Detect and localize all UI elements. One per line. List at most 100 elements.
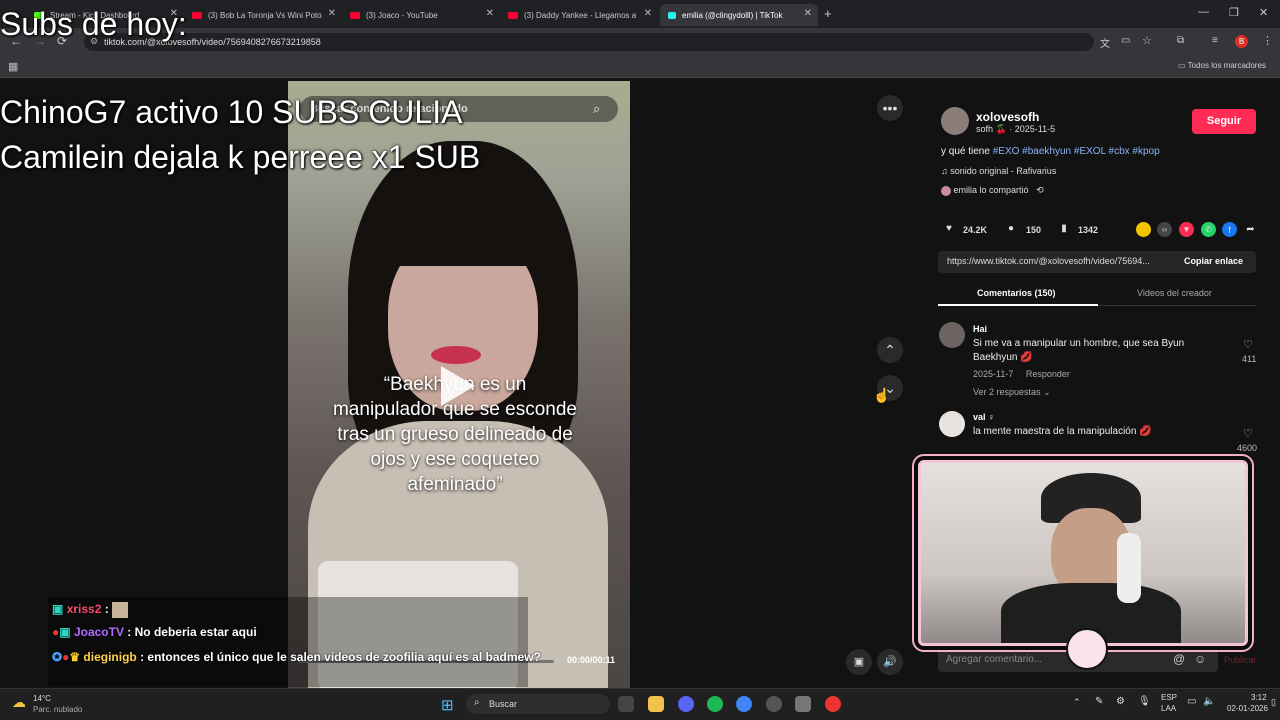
close-icon[interactable]: ✕	[644, 8, 652, 19]
comment-text: Si me va a manipular un hombre, que sea …	[973, 338, 1185, 363]
tab-creator-videos[interactable]: Videos del creador	[1137, 288, 1212, 298]
search-icon[interactable]: ⌕	[593, 101, 600, 117]
bookmark-icon[interactable]: ▮	[1056, 221, 1072, 237]
recording-app-icon[interactable]	[825, 696, 841, 712]
bookmark-star-icon[interactable]: ☆	[1142, 34, 1152, 47]
embed-share-icon[interactable]	[1136, 222, 1151, 237]
chrome-icon[interactable]	[736, 696, 752, 712]
copy-link-button[interactable]: Copiar enlace	[1184, 256, 1243, 266]
profile-avatar-icon[interactable]: B	[1235, 35, 1248, 48]
close-icon[interactable]: ✕	[804, 8, 812, 19]
restore-window-button[interactable]: ❐	[1229, 6, 1239, 19]
comment-like-icon[interactable]: ♡	[1243, 427, 1253, 440]
tab-youtube-bob[interactable]: (3) Bob La Toronja Vs Wini Poto ✕	[184, 4, 342, 26]
minimize-window-button[interactable]: —	[1198, 6, 1209, 18]
comment-like-icon[interactable]: ♡	[1243, 338, 1253, 351]
close-icon[interactable]: ✕	[328, 8, 336, 19]
previous-video-chevron-up-icon[interactable]: ⌃	[877, 337, 903, 363]
windows-taskbar	[0, 688, 1280, 720]
send-icon[interactable]: ▼	[1179, 222, 1194, 237]
translate-icon[interactable]: 文	[1100, 35, 1110, 50]
tray-icon[interactable]: ⚙	[1116, 696, 1125, 707]
discord-icon[interactable]	[678, 696, 694, 712]
weather-temp: 14°C	[33, 694, 51, 703]
new-tab-button[interactable]: +	[824, 6, 832, 21]
all-bookmarks-folder[interactable]: ▭ Todos los marcadores	[1178, 61, 1266, 70]
network-icon[interactable]: ▭	[1187, 696, 1196, 707]
app-icon[interactable]	[795, 696, 811, 712]
chat-message: ▣ xriss2 :	[52, 602, 129, 618]
tray-icon[interactable]: ✎	[1095, 696, 1103, 707]
keyboard-region: LAA	[1161, 704, 1177, 713]
publish-button[interactable]: Publicar	[1224, 655, 1257, 665]
keyboard-lang[interactable]: ESP	[1161, 693, 1177, 702]
notification-icon[interactable]: ▯	[1271, 697, 1276, 708]
media-control-icon[interactable]: ≡	[1212, 35, 1218, 46]
emoji-icon[interactable]: ☺	[1194, 652, 1206, 666]
whatsapp-icon[interactable]: ✆	[1201, 222, 1216, 237]
comment-username[interactable]: val ♀	[973, 412, 995, 422]
webcam-overlay	[918, 460, 1248, 646]
spotify-icon[interactable]	[707, 696, 723, 712]
close-icon[interactable]: ✕	[486, 8, 494, 19]
author-avatar[interactable]	[941, 107, 969, 135]
view-replies-label: Ver 2 respuestas	[973, 387, 1041, 397]
taskbar-search-label: Buscar	[489, 699, 518, 709]
video-lips-shape	[431, 346, 481, 364]
code-embed-icon[interactable]: ‹›	[1157, 222, 1172, 237]
tab-tiktok-active[interactable]: emilia (@clingydolll) | TikTok ✕	[660, 4, 818, 26]
taskbar-search-input[interactable]	[466, 694, 610, 714]
windows-start-icon[interactable]: ⊞	[441, 696, 454, 714]
comment-username[interactable]: Hai	[973, 324, 987, 334]
follow-button[interactable]: Seguir	[1192, 109, 1256, 134]
play-icon[interactable]	[441, 366, 475, 406]
menu-kebab-icon[interactable]: ⋮	[1262, 34, 1273, 47]
weather-icon[interactable]: ☁	[12, 694, 26, 711]
task-view-icon[interactable]	[618, 696, 634, 712]
chat-text: entonces el único que le salen videos de…	[147, 650, 541, 664]
microphone-icon[interactable]: 🎙	[1138, 696, 1151, 707]
shared-label: emilia lo compartió	[953, 185, 1029, 195]
bookmarks-bar: ▦ ▭ Todos los marcadores	[0, 56, 1280, 78]
chat-username: JoacoTV	[73, 625, 124, 639]
repost-icon: ⟲	[1031, 185, 1044, 195]
more-options-icon[interactable]: •••	[877, 95, 903, 121]
avatar[interactable]	[939, 322, 965, 348]
comment-icon[interactable]: ●	[1003, 221, 1019, 237]
extensions-icon[interactable]: ⧉	[1177, 35, 1184, 46]
saves-count: 1342	[1078, 225, 1099, 235]
chat-username: dieginigb	[83, 650, 137, 664]
volume-icon[interactable]: 🔈	[1203, 696, 1215, 707]
share-arrow-icon[interactable]: ➦	[1243, 222, 1258, 237]
likes-count: 24.2K	[963, 225, 988, 235]
sharer-avatar	[941, 185, 951, 196]
description-hashtags[interactable]: #EXO #baekhyun #EXOL #cbx #kpop	[993, 146, 1160, 157]
avatar[interactable]	[939, 411, 965, 437]
tray-chevron-up-icon[interactable]: ⌃	[1073, 697, 1081, 708]
apps-grid-icon[interactable]: ▦	[8, 60, 18, 73]
obs-icon[interactable]	[766, 696, 782, 712]
tab-comments[interactable]: Comentarios (150)	[977, 288, 1056, 298]
author-username[interactable]: xolovesofh	[976, 110, 1039, 124]
facebook-icon[interactable]: f	[1222, 222, 1237, 237]
view-replies-button[interactable]: Ver 2 respuestas ⌄	[973, 387, 1051, 398]
mini-player-icon[interactable]: ▣	[846, 649, 872, 675]
sound-row[interactable]: ♫ sonido original - Rafivarius	[941, 166, 1056, 176]
youtube-favicon-icon	[350, 11, 360, 19]
chat-text: No deberia estar aqui	[134, 625, 257, 639]
youtube-favicon-icon	[508, 11, 518, 19]
cast-icon[interactable]: ▭	[1121, 35, 1130, 46]
url-field[interactable]: tiktok.com/@xolovesofh/video/75694082766…	[84, 33, 1094, 51]
clock-time[interactable]: 3:12	[1251, 693, 1267, 702]
badge-icon: ♛	[69, 650, 81, 664]
close-window-button[interactable]: ✕	[1259, 6, 1268, 19]
tab-youtube-daddy-yankee[interactable]: (3) Daddy Yankee - Llegamos a ✕	[500, 4, 658, 26]
file-explorer-icon[interactable]	[648, 696, 664, 712]
comment-date: 2025-11-7	[973, 369, 1014, 379]
heart-icon[interactable]: ♥	[941, 221, 957, 237]
volume-icon[interactable]: 🔊	[877, 649, 903, 675]
tab-label: (3) Daddy Yankee - Llegamos a	[524, 10, 637, 20]
mention-icon[interactable]: @	[1173, 652, 1185, 666]
reply-button[interactable]: Responder	[1026, 369, 1070, 379]
tab-youtube-joaco[interactable]: (3) Joaco - YouTube ✕	[342, 4, 500, 26]
